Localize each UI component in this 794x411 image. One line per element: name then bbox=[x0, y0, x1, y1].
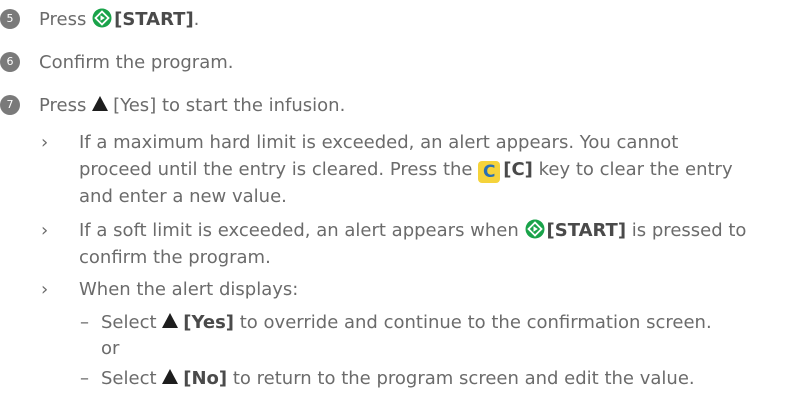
step-number-badge: 7 bbox=[0, 95, 20, 115]
chevron-bullet-icon: › bbox=[41, 132, 49, 153]
yes-key-label: [Yes] bbox=[113, 95, 157, 116]
sub-item-pre: Select bbox=[101, 312, 163, 333]
no-key-label: [No] bbox=[183, 368, 228, 389]
up-triangle-icon bbox=[92, 96, 109, 111]
bullet-line: If a soft limit is exceeded, an alert ap… bbox=[79, 219, 794, 246]
sub-item-text: Select [Yes] to override and continue to… bbox=[101, 311, 712, 363]
bullet-line: If a maximum hard limit is exceeded, an … bbox=[79, 132, 679, 153]
start-key-label: [START] bbox=[114, 9, 194, 30]
up-triangle-icon bbox=[162, 369, 179, 384]
bullet-line-pre: proceed until the entry is cleared. Pres… bbox=[79, 159, 479, 180]
clear-key-label: [C] bbox=[503, 159, 533, 180]
start-icon bbox=[525, 219, 544, 239]
up-triangle-icon bbox=[162, 313, 179, 328]
dash-bullet-icon: – bbox=[80, 368, 89, 389]
step-text: Press [START]. bbox=[39, 8, 199, 32]
step-text-pre: Press bbox=[39, 9, 93, 30]
sub-item-pre: Select bbox=[101, 368, 163, 389]
bullet-line: proceed until the entry is cleared. Pres… bbox=[79, 158, 794, 185]
step-number-badge: 5 bbox=[0, 9, 20, 29]
step-text: Confirm the program. bbox=[39, 52, 234, 73]
start-icon bbox=[92, 8, 112, 28]
sub-item-line: Select [No] to return to the program scr… bbox=[101, 367, 695, 391]
step-text: Press [Yes] to start the infusion. bbox=[39, 94, 345, 118]
chevron-bullet-icon: › bbox=[41, 279, 49, 300]
sub-item-post: to return to the program screen and edit… bbox=[227, 368, 695, 389]
sub-item-post: to override and continue to the confirma… bbox=[234, 312, 712, 333]
sub-item-continuation: or bbox=[101, 338, 120, 359]
sub-item-text: Select [No] to return to the program scr… bbox=[101, 367, 695, 391]
bullet-line-post: key to clear the entry bbox=[532, 159, 733, 180]
step-text-pre: Press bbox=[39, 95, 93, 116]
step-text-post: . bbox=[193, 9, 200, 30]
bullet-line: confirm the program. bbox=[79, 247, 271, 268]
dash-bullet-icon: – bbox=[80, 312, 89, 333]
clear-key-icon: C bbox=[478, 161, 501, 183]
step-number-badge: 6 bbox=[0, 52, 20, 72]
step-text-post: to start the infusion. bbox=[156, 95, 346, 116]
yes-key-label: [Yes] bbox=[183, 312, 235, 333]
bullet-line-post: is pressed to bbox=[626, 220, 747, 241]
bullet-text: If a soft limit is exceeded, an alert ap… bbox=[79, 219, 794, 273]
bullet-text: When the alert displays: bbox=[79, 279, 299, 300]
bullet-line-pre: If a soft limit is exceeded, an alert ap… bbox=[79, 220, 525, 241]
bullet-line: and enter a new value. bbox=[79, 186, 287, 207]
sub-item-line: Select [Yes] to override and continue to… bbox=[101, 311, 712, 337]
chevron-bullet-icon: › bbox=[41, 220, 49, 241]
start-key-label: [START] bbox=[546, 220, 627, 241]
bullet-text: If a maximum hard limit is exceeded, an … bbox=[79, 131, 794, 212]
